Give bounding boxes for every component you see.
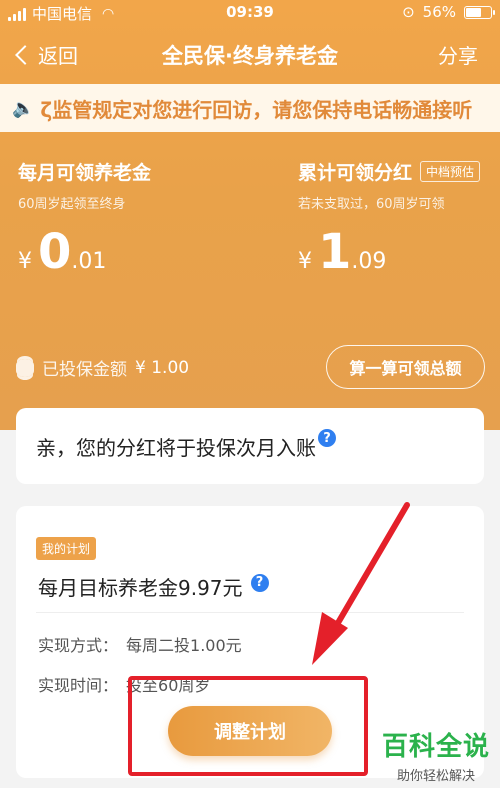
- notice-text: ζ监管规定对您进行回访，请您保持电话畅通接听: [40, 97, 473, 122]
- notice-bar[interactable]: 🔈 ζ监管规定对您进行回访，请您保持电话畅通接听: [0, 84, 500, 132]
- method-value: 每周二投1.00元: [126, 636, 242, 655]
- page-title: 全民保·终身养老金: [162, 44, 338, 68]
- dividend-sub: 若未支取过，60周岁可领: [298, 197, 445, 212]
- time-label: 实现时间：: [38, 676, 119, 695]
- calculate-total-button[interactable]: 算一算可领总额: [326, 345, 485, 389]
- my-plan-badge: 我的计划: [36, 537, 97, 560]
- coins-icon: [16, 358, 34, 377]
- amount-integer: 0: [38, 224, 72, 280]
- watermark-subtitle: 助你轻松解决: [396, 769, 475, 784]
- dividend-amount: ¥ 1 .09: [298, 228, 480, 276]
- help-icon[interactable]: ?: [318, 429, 336, 447]
- status-right: ⊙ 56%: [402, 3, 495, 21]
- watermark-title: 百科全说: [381, 732, 490, 762]
- monthly-pension: 每月可领养老金 60周岁起领至终身 ¥ 0 .01: [18, 158, 151, 276]
- currency-symbol: ¥: [18, 249, 32, 274]
- nav-bar: 返回 全民保·终身养老金 分享: [0, 30, 500, 78]
- currency-symbol: ¥: [298, 249, 312, 274]
- battery-icon: [464, 5, 495, 19]
- time-value: 投至60周岁: [126, 676, 211, 695]
- monthly-pension-sub: 60周岁起领至终身: [18, 197, 126, 212]
- dividend-label: 累计可领分红 中档预估: [298, 158, 481, 185]
- plan-method: 实现方式： 每周二投1.00元: [38, 632, 242, 656]
- dividend-info-text: 亲，您的分红将于投保次月入账: [36, 435, 316, 460]
- method-label: 实现方式：: [38, 636, 119, 655]
- amount-decimal: .01: [71, 249, 107, 274]
- adjust-plan-button[interactable]: 调整计划: [168, 706, 332, 756]
- target-pension: 每月目标养老金9.97元 ?: [38, 572, 269, 601]
- monthly-pension-label: 每月可领养老金: [18, 162, 152, 184]
- rotation-lock-icon: ⊙: [402, 3, 415, 21]
- help-icon[interactable]: ?: [250, 573, 269, 592]
- estimate-badge: 中档预估: [420, 161, 481, 182]
- target-pension-text: 每月目标养老金9.97元: [38, 576, 243, 600]
- amount-decimal: .09: [351, 249, 387, 274]
- share-button[interactable]: 分享: [438, 40, 478, 69]
- paid-value: ¥ 1.00: [135, 357, 190, 378]
- paid-label: 已投保金额: [42, 360, 127, 380]
- dividend-total: 累计可领分红 中档预估 若未支取过，60周岁可领 ¥ 1 .09: [298, 158, 481, 276]
- monthly-pension-amount: ¥ 0 .01: [18, 228, 151, 276]
- dividend-info-card: 亲，您的分红将于投保次月入账 ?: [16, 408, 484, 484]
- watermark: 百科全说 助你轻松解决: [382, 726, 490, 784]
- status-bar: 中国电信 ◠ 09:39 ⊙ 56%: [0, 0, 500, 26]
- battery-percent: 56%: [422, 3, 456, 21]
- plan-time: 实现时间： 投至60周岁: [38, 672, 210, 696]
- paid-amount: 已投保金额 ¥ 1.00: [16, 355, 189, 380]
- divider: [36, 612, 464, 613]
- amount-integer: 1: [318, 224, 352, 280]
- dividend-label-text: 累计可领分红: [298, 162, 413, 184]
- speaker-icon: 🔈: [12, 97, 35, 119]
